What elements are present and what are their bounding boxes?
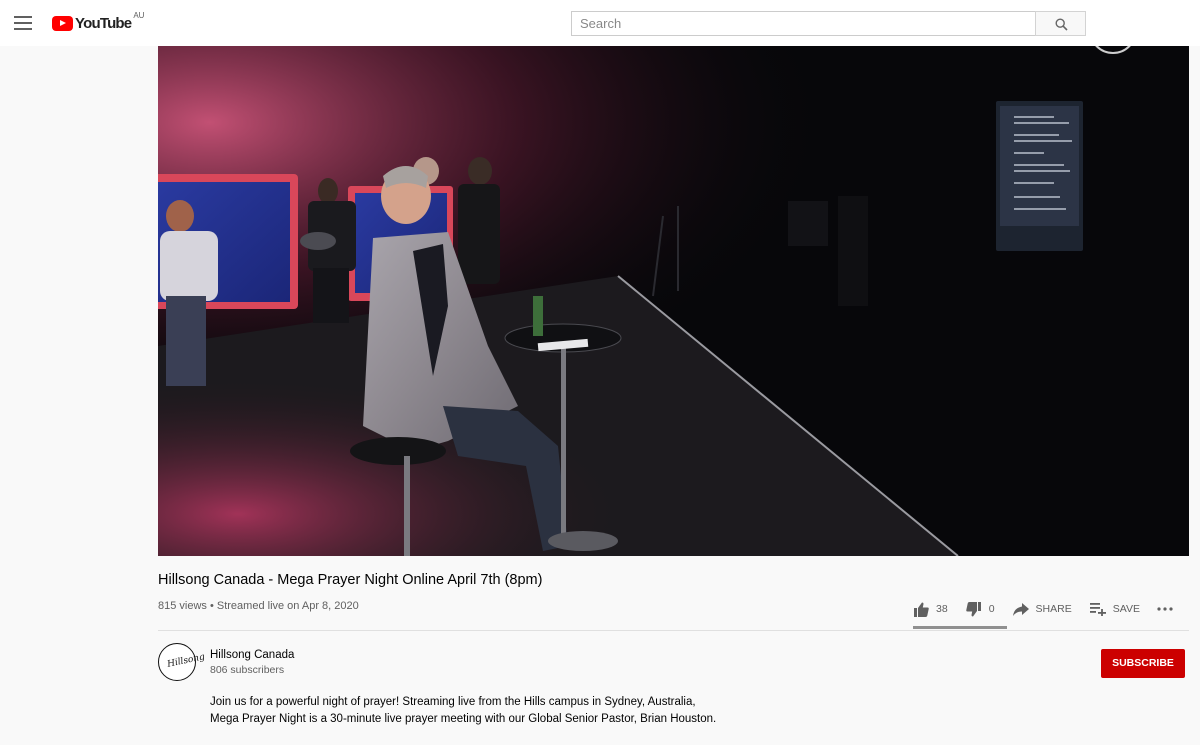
video-title: Hillsong Canada - Mega Prayer Night Onli…	[158, 572, 543, 588]
channel-avatar[interactable]: Hillsong	[158, 643, 206, 681]
hamburger-menu-icon[interactable]	[14, 16, 32, 30]
search-button[interactable]	[1035, 11, 1086, 36]
description-line-2: Mega Prayer Night is a 30-minute live pr…	[210, 713, 717, 725]
description-line-1: Join us for a powerful night of prayer! …	[210, 696, 696, 708]
subscriber-count: 806 subscribers	[210, 664, 285, 676]
share-button[interactable]: SHARE	[1012, 602, 1072, 616]
logo-text: YouTube	[75, 14, 132, 32]
youtube-logo[interactable]: YouTube AU	[52, 11, 145, 33]
video-meta: 815 views • Streamed live on Apr 8, 2020	[158, 600, 359, 612]
masthead: YouTube AU Search	[0, 0, 1200, 46]
video-actions: 38 0 SHARE SAVE	[913, 598, 1180, 620]
more-actions-button[interactable]	[1157, 607, 1180, 611]
playlist-add-icon	[1089, 602, 1106, 616]
like-count: 38	[936, 603, 948, 615]
more-horizontal-icon	[1157, 607, 1173, 611]
dislike-count: 0	[988, 603, 995, 615]
share-label: SHARE	[1035, 603, 1072, 615]
save-label: SAVE	[1112, 603, 1140, 615]
avatar-logo-mark: Hillsong	[166, 652, 206, 670]
thumbs-down-icon	[965, 601, 981, 616]
video-player[interactable]	[158, 46, 1189, 556]
country-code: AU	[133, 11, 145, 20]
video-description: Join us for a powerful night of prayer! …	[210, 694, 910, 728]
subscribe-button[interactable]: SUBSCRIBE	[1101, 649, 1185, 678]
sentiment-bar	[913, 626, 1007, 629]
video-frame	[158, 46, 1189, 556]
like-button[interactable]: 38	[913, 602, 948, 617]
search-input[interactable]: Search	[571, 11, 1036, 36]
divider	[158, 630, 1189, 631]
save-button[interactable]: SAVE	[1089, 602, 1140, 616]
youtube-play-icon	[52, 15, 73, 31]
player-overlay-ring-icon	[1089, 6, 1137, 54]
dislike-button[interactable]: 0	[965, 601, 995, 617]
thumbs-up-icon	[914, 602, 929, 617]
search-icon	[1055, 18, 1068, 31]
channel-name[interactable]: Hillsong Canada	[210, 649, 294, 661]
share-arrow-icon	[1012, 602, 1029, 616]
